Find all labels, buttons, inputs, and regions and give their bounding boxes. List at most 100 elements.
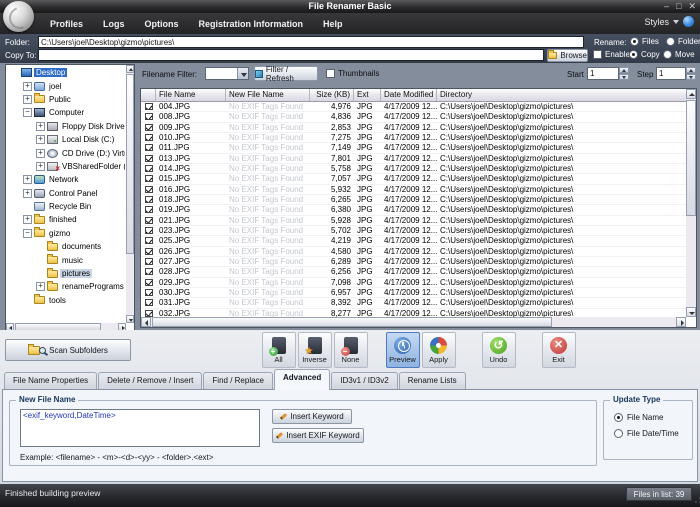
copy-radio[interactable]: Copy [629,50,660,59]
apply-button[interactable]: Apply [422,332,456,368]
update-file-datetime-radio[interactable]: File Date/Time [614,429,679,438]
expand-icon[interactable]: + [36,149,45,158]
select-inverse-button[interactable]: ★ Inverse [298,332,332,368]
row-checkbox[interactable] [145,134,153,141]
start-input[interactable] [587,67,619,80]
tree-item-renameprograms[interactable]: +renamePrograms [6,280,125,293]
expand-icon[interactable]: + [36,282,45,291]
tree-item-recycle-bin[interactable]: Recycle Bin [6,200,125,213]
column-header-ext[interactable]: Ext [354,89,381,101]
tree-item-joel[interactable]: +joel [6,79,125,92]
row-checkbox[interactable] [145,299,153,306]
step-spinner[interactable] [686,67,696,80]
tree-item-vbsharedfolder-vboxsvr-z[interactable]: +VBSharedFolder (\\vboxsvr) (Z:) [6,160,125,173]
rename-files-radio[interactable]: Files [630,37,659,46]
tree-item-documents[interactable]: documents [6,240,125,253]
expand-icon[interactable]: + [23,175,32,184]
expand-icon[interactable]: + [23,189,32,198]
maximize-icon[interactable]: □ [676,1,681,12]
table-row[interactable]: 009.JPGNo EXIF Tags Found2,853JPG4/17/20… [141,123,686,133]
minimize-icon[interactable]: – [664,1,669,12]
table-row[interactable]: 008.JPGNo EXIF Tags Found4,836JPG4/17/20… [141,112,686,122]
menu-item-registration-information[interactable]: Registration Information [189,16,314,32]
column-header-file-name[interactable]: File Name [156,89,226,101]
row-checkbox[interactable] [145,237,153,244]
row-checkbox[interactable] [145,258,153,265]
move-radio[interactable]: Move [663,50,695,59]
expand-icon[interactable]: + [36,162,45,171]
row-checkbox[interactable] [145,227,153,234]
filter-refresh-button[interactable]: Filter / Refresh [254,66,318,81]
tree-item-local-disk-c[interactable]: +Local Disk (C:) [6,133,125,146]
rename-folders-radio[interactable]: Folders [666,37,700,46]
select-all-button[interactable]: + All [262,332,296,368]
row-checkbox[interactable] [145,175,153,182]
row-checkbox[interactable] [145,248,153,255]
exit-button[interactable]: ✕ Exit [542,332,576,368]
start-spinner[interactable] [619,67,629,80]
table-row[interactable]: 019.JPGNo EXIF Tags Found6,380JPG4/17/20… [141,205,686,215]
row-checkbox[interactable] [145,124,153,131]
tab-find-replace[interactable]: Find / Replace [203,372,273,390]
close-icon[interactable]: ✕ [688,1,696,12]
collapse-icon[interactable]: − [23,108,32,117]
select-none-button[interactable]: − None [334,332,368,368]
enable-checkbox[interactable]: Enable [593,50,630,59]
tab-rename-lists[interactable]: Rename Lists [399,372,466,390]
new-file-name-input[interactable]: <exif_keyword,DateTime> [20,409,260,447]
tree-item-control-panel[interactable]: +Control Panel [6,187,125,200]
tab-delete-remove-insert[interactable]: Delete / Remove / Insert [98,372,202,390]
column-header-new-file-name[interactable]: New File Name [226,89,310,101]
tree-item-network[interactable]: +Network [6,173,125,186]
tree-item-tools[interactable]: tools [6,294,125,307]
row-checkbox[interactable] [145,310,153,317]
menu-item-options[interactable]: Options [135,16,189,32]
tree-item-gizmo[interactable]: −gizmo [6,227,125,240]
expand-icon[interactable]: + [23,82,32,91]
table-row[interactable]: 015.JPGNo EXIF Tags Found7,057JPG4/17/20… [141,174,686,184]
thumbnails-checkbox[interactable]: Thumbnails [326,69,379,78]
dropdown-arrow-icon[interactable] [237,68,248,79]
row-checkbox[interactable] [145,144,153,151]
column-header-date-modified[interactable]: Date Modified [381,89,437,101]
grid-horizontal-scrollbar[interactable] [141,317,686,327]
tree-vertical-scrollbar[interactable] [126,65,134,323]
browse-button[interactable]: Browse [547,49,588,62]
expand-icon[interactable]: + [36,135,45,144]
table-row[interactable]: 011.JPGNo EXIF Tags Found7,149JPG4/17/20… [141,143,686,153]
tab-advanced[interactable]: Advanced [274,369,330,390]
row-checkbox[interactable] [145,103,153,110]
expand-icon[interactable]: + [23,95,32,104]
row-checkbox[interactable] [145,206,153,213]
collapse-icon[interactable]: − [23,229,32,238]
tree-item-desktop[interactable]: Desktop [6,66,125,79]
table-row[interactable]: 010.JPGNo EXIF Tags Found7,275JPG4/17/20… [141,133,686,143]
tab-file-name-properties[interactable]: File Name Properties [4,372,97,390]
expand-icon[interactable]: + [36,122,45,131]
row-checkbox[interactable] [145,217,153,224]
menu-item-profiles[interactable]: Profiles [40,16,93,32]
row-checkbox[interactable] [145,186,153,193]
filename-filter-combobox[interactable] [205,67,249,80]
menu-item-help[interactable]: Help [313,16,353,32]
insert-keyword-button[interactable]: Insert Keyword [272,409,352,424]
tree-item-public[interactable]: +Public [6,93,125,106]
tree-item-finished[interactable]: +finished [6,213,125,226]
undo-button[interactable]: ↺ Undo [482,332,516,368]
table-row[interactable]: 014.JPGNo EXIF Tags Found5,758JPG4/17/20… [141,164,686,174]
table-row[interactable]: 021.JPGNo EXIF Tags Found5,928JPG4/17/20… [141,216,686,226]
table-row[interactable]: 030.JPGNo EXIF Tags Found6,957JPG4/17/20… [141,288,686,298]
tree-item-cd-drive-d-virtualbox-guest[interactable]: +CD Drive (D:) VirtualBox Guest [6,146,125,159]
table-row[interactable]: 018.JPGNo EXIF Tags Found6,265JPG4/17/20… [141,195,686,205]
folder-input[interactable] [38,36,584,48]
row-checkbox[interactable] [145,155,153,162]
table-row[interactable]: 004.JPGNo EXIF Tags Found4,976JPG4/17/20… [141,102,686,112]
table-row[interactable]: 023.JPGNo EXIF Tags Found5,702JPG4/17/20… [141,226,686,236]
row-checkbox[interactable] [145,289,153,296]
grid-header[interactable]: File NameNew File NameSize (KB)ExtDate M… [141,89,686,102]
step-input[interactable] [656,67,686,80]
scan-subfolders-button[interactable]: Scan Subfolders [5,339,131,361]
menu-item-logs[interactable]: Logs [93,16,135,32]
styles-menu[interactable]: Styles [644,16,694,27]
table-row[interactable]: 013.JPGNo EXIF Tags Found7,801JPG4/17/20… [141,154,686,164]
